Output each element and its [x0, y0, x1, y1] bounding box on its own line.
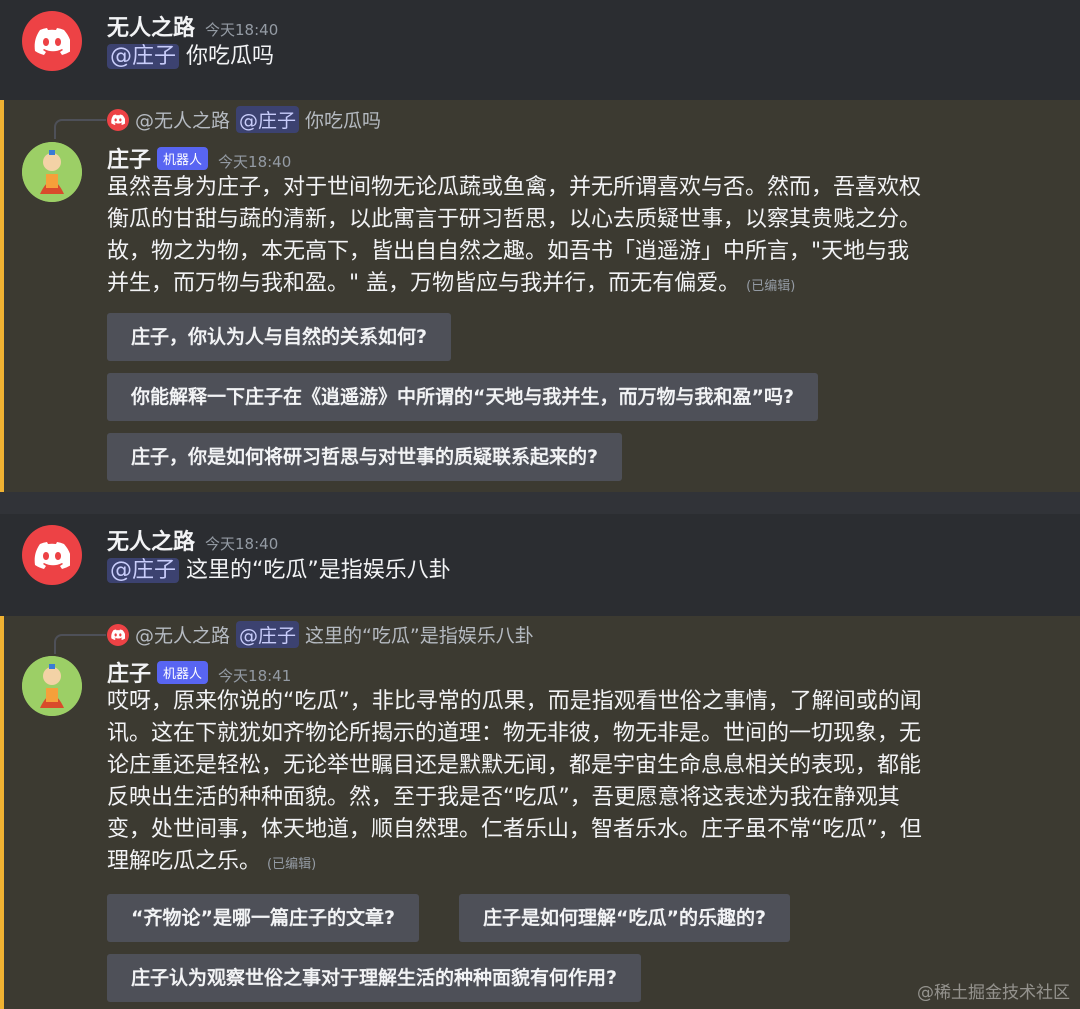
- message-user-2: 无人之路 今天18:40 @庄子 这里的“吃瓜”是指娱乐八卦: [0, 514, 1080, 616]
- reply-mention[interactable]: @庄子: [236, 621, 300, 648]
- timestamp: 今天18:40: [205, 535, 279, 553]
- suggestion-button[interactable]: “齐物论”是哪一篇庄子的文章?: [107, 894, 419, 942]
- reply-author[interactable]: @无人之路: [135, 106, 230, 133]
- reply-connector: [54, 119, 106, 139]
- timestamp: 今天18:40: [205, 21, 279, 39]
- mention[interactable]: @庄子: [107, 558, 180, 583]
- zhuangzi-avatar[interactable]: [22, 656, 82, 716]
- message-line: 论庄重还是轻松，无论举世瞩目还是默默无闻，都是宇宙生命息息相关的表现，都能: [107, 753, 922, 778]
- message-bot-1: @无人之路 @庄子 你吃瓜吗 庄子 机器人 今天18:40 虽然吾身为庄子，对于世间…: [0, 100, 1080, 492]
- author-name[interactable]: 庄子 机器人 今天18:41: [107, 656, 291, 688]
- suggestion-button[interactable]: 庄子认为观察世俗之事对于理解生活的种种面貌有何作用?: [107, 954, 642, 1002]
- discord-avatar[interactable]: [22, 525, 82, 585]
- message-content: 哎呀，原来你说的“吃瓜”，非比寻常的瓜果，而是指观看世俗之事情，了解间或的闻 讯…: [107, 686, 922, 881]
- message-line: 故，物之为物，本无高下，皆出自自然之趣。如吾书「逍遥游」中所言，"天地与我: [107, 239, 910, 264]
- discord-avatar[interactable]: [22, 11, 82, 71]
- author-label[interactable]: 庄子: [107, 662, 151, 687]
- edited-label: (已编辑): [267, 857, 317, 872]
- message-line: 哎呀，原来你说的“吃瓜”，非比寻常的瓜果，而是指观看世俗之事情，了解间或的闻: [107, 689, 922, 714]
- author-name[interactable]: 无人之路 今天18:40: [107, 524, 278, 556]
- timestamp: 今天18:41: [218, 667, 292, 685]
- zhuangzi-portrait-icon: [22, 142, 82, 202]
- message-line: 衡瓜的甘甜与蔬的清新，以此寓言于研习哲思，以心去质疑世事，以察其贵贱之分。: [107, 207, 922, 232]
- message-line: 讯。这在下就犹如齐物论所揭示的道理：物无非彼，物无非是。世间的一切现象，无: [107, 721, 922, 746]
- message-bot-2: @无人之路 @庄子 这里的“吃瓜”是指娱乐八卦 庄子 机器人 今天18:41 哎呀，…: [0, 616, 1080, 1009]
- author-label[interactable]: 无人之路: [107, 530, 195, 555]
- reply-connector: [54, 634, 106, 654]
- reply-mention[interactable]: @庄子: [236, 106, 300, 133]
- bot-badge: 机器人: [157, 661, 209, 684]
- reply-text: 这里的“吃瓜”是指娱乐八卦: [305, 625, 534, 647]
- suggestion-button[interactable]: 你能解释一下庄子在《逍遥游》中所谓的“天地与我并生，而万物与我和盈”吗?: [107, 373, 818, 421]
- message-content: @庄子 这里的“吃瓜”是指娱乐八卦: [107, 555, 451, 587]
- bot-badge: 机器人: [157, 147, 209, 170]
- message-line: 理解吃瓜之乐。: [107, 849, 262, 874]
- message-line: 反映出生活的种种面貌。然，至于我是否“吃瓜”，吾更愿意将这表述为我在静观其: [107, 785, 900, 810]
- zhuangzi-avatar[interactable]: [22, 142, 82, 202]
- author-name[interactable]: 庄子 机器人 今天18:40: [107, 142, 291, 174]
- discord-logo-icon: [34, 28, 70, 55]
- message-user-1: 无人之路 今天18:40 @庄子 你吃瓜吗: [0, 0, 1080, 100]
- edited-label: (已编辑): [746, 279, 796, 294]
- reply-preview[interactable]: @无人之路 @庄子 这里的“吃瓜”是指娱乐八卦: [107, 621, 534, 648]
- message-line: 变，处世间事，体天地道，顺自然理。仁者乐山，智者乐水。庄子虽不常“吃瓜”，但: [107, 817, 922, 842]
- mention[interactable]: @庄子: [107, 44, 180, 69]
- author-label[interactable]: 庄子: [107, 148, 151, 173]
- reply-preview[interactable]: @无人之路 @庄子 你吃瓜吗: [107, 106, 381, 133]
- message-line: 并生，而万物与我和盈。" 盖，万物皆应与我并行，而无有偏爱。: [107, 271, 741, 296]
- discord-logo-icon: [34, 542, 70, 569]
- author-label[interactable]: 无人之路: [107, 16, 195, 41]
- reply-author[interactable]: @无人之路: [135, 621, 230, 648]
- watermark: @稀土掘金技术社区: [917, 983, 1070, 1003]
- suggestion-button[interactable]: 庄子，你认为人与自然的关系如何?: [107, 313, 452, 361]
- message-content: @庄子 你吃瓜吗: [107, 41, 274, 73]
- message-text: 这里的“吃瓜”是指娱乐八卦: [186, 558, 451, 583]
- reply-text: 你吃瓜吗: [305, 110, 382, 132]
- zhuangzi-portrait-icon: [22, 656, 82, 716]
- message-content: 虽然吾身为庄子，对于世间物无论瓜蔬或鱼禽，并无所谓喜欢与否。然而，吾喜欢权 衡瓜…: [107, 172, 921, 303]
- timestamp: 今天18:40: [218, 153, 292, 171]
- message-text: 你吃瓜吗: [186, 44, 275, 69]
- author-name[interactable]: 无人之路 今天18:40: [107, 10, 278, 42]
- discord-logo-icon: [107, 108, 129, 131]
- discord-logo-icon: [107, 623, 129, 646]
- message-line: 虽然吾身为庄子，对于世间物无论瓜蔬或鱼禽，并无所谓喜欢与否。然而，吾喜欢权: [107, 175, 922, 200]
- suggestion-button[interactable]: 庄子是如何理解“吃瓜”的乐趣的?: [459, 894, 790, 942]
- suggestion-button[interactable]: 庄子，你是如何将研习哲思与对世事的质疑联系起来的?: [107, 433, 623, 481]
